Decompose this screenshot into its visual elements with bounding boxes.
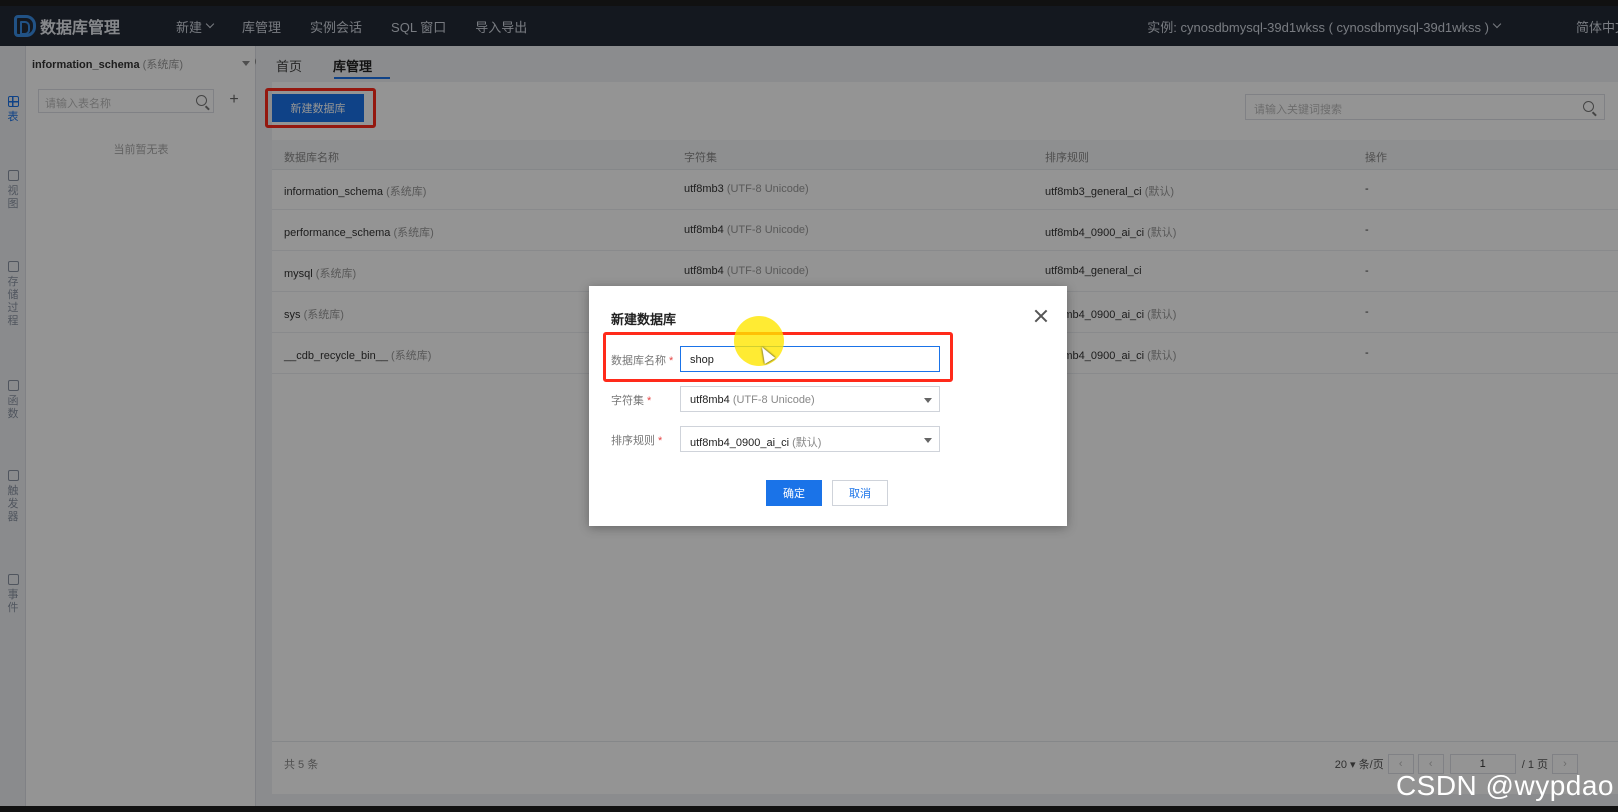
collation-select[interactable]: utf8mb4_0900_ai_ci (默认)	[680, 426, 940, 452]
confirm-button[interactable]: 确定	[766, 480, 822, 506]
required-mark: *	[647, 395, 652, 407]
caret-down-icon	[924, 438, 932, 443]
collation-tag: (默认)	[792, 437, 822, 449]
required-mark: *	[658, 435, 663, 447]
dialog-title: 新建数据库	[611, 312, 677, 327]
collation-label: 排序规则 *	[611, 432, 662, 448]
create-database-dialog: 新建数据库 数据库名称 * shop 字符集 * utf8mb4 (UTF-8 Un…	[589, 286, 1067, 526]
collation-label-text: 排序规则	[611, 435, 655, 447]
cursor-highlight	[734, 316, 784, 366]
caret-down-icon	[924, 398, 932, 403]
collation-value: utf8mb4_0900_ai_ci	[690, 437, 790, 449]
charset-label-text: 字符集	[611, 395, 644, 407]
charset-label: 字符集 *	[611, 392, 651, 408]
close-icon[interactable]	[1033, 308, 1049, 324]
charset-value: utf8mb4	[690, 394, 730, 406]
charset-desc: (UTF-8 Unicode)	[732, 394, 815, 406]
watermark: CSDN @wypdao	[1395, 770, 1614, 801]
charset-select[interactable]: utf8mb4 (UTF-8 Unicode)	[680, 386, 940, 412]
app-window: 数据库管理 新建 库管理 实例会话 SQL 窗口 导入导出 实例: cynosd…	[0, 6, 1618, 806]
cancel-button[interactable]: 取消	[832, 480, 888, 506]
